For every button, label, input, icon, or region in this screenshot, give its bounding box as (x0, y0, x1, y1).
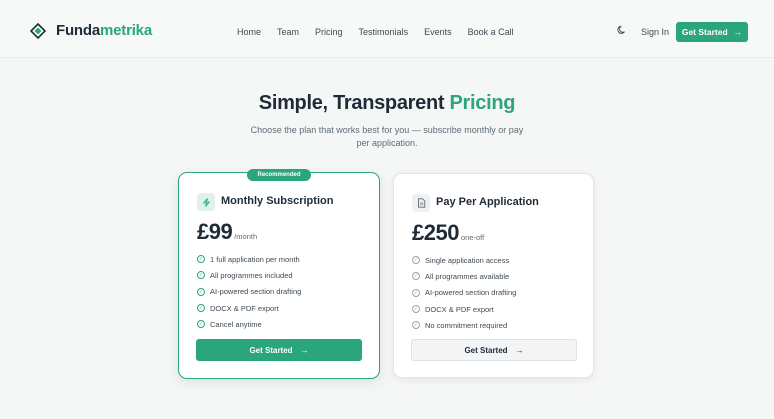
get-started-header-button[interactable]: Get Started → (676, 22, 748, 42)
arrow-right-icon: → (515, 345, 524, 355)
list-item: ✓ All programmes available (412, 271, 510, 281)
list-item: ✓ AI-powered section drafting (197, 287, 302, 297)
price-period: /month (234, 232, 258, 241)
price-period: one-off (460, 233, 485, 242)
get-started-monthly-button[interactable]: Get Started → (196, 339, 362, 361)
arrow-right-icon: → (300, 345, 309, 355)
check-circle-icon: ✓ (412, 288, 420, 297)
list-item: ✓ All programmes included (197, 270, 293, 280)
sign-in-link[interactable]: Sign In (641, 27, 669, 37)
page-title: Simple, Transparent Pricing (258, 92, 516, 114)
list-item: ✓ DOCX & PDF export (412, 304, 494, 314)
nav-testimonials[interactable]: Testimonials (359, 27, 409, 37)
list-item: ✓ DOCX & PDF export (197, 303, 279, 313)
plan-price: £99 /month (197, 219, 257, 245)
page-subtitle: Choose the plan that works best for you … (250, 125, 524, 148)
get-started-label: Get Started (681, 27, 728, 37)
get-started-pay-per-application-button[interactable]: Get Started → (411, 339, 577, 361)
nav-events[interactable]: Events (424, 27, 452, 37)
nav-home[interactable]: Home (237, 27, 261, 37)
document-icon (412, 194, 430, 212)
check-circle-icon: ✓ (197, 304, 205, 313)
top-navbar: Fundametrika Home Team Pricing Testimoni… (0, 0, 774, 58)
brand-name: Fundametrika (56, 22, 152, 39)
check-circle-icon: ✓ (197, 320, 205, 329)
check-circle-icon: ✓ (197, 255, 205, 264)
plan-price: £250 one-off (412, 220, 484, 246)
check-circle-icon: ✓ (412, 321, 420, 330)
main-nav: Home Team Pricing Testimonials Events Bo… (237, 27, 530, 37)
plan-card-monthly: Recommended Monthly Subscription £99 /mo… (178, 169, 380, 379)
list-item: ✓ AI-powered section drafting (412, 288, 517, 298)
price-amount: £99 (197, 219, 233, 244)
check-circle-icon: ✓ (197, 271, 205, 280)
plan-card-pay-per-application: Pay Per Application £250 one-off ✓ Single… (393, 173, 594, 378)
arrow-right-icon: → (733, 27, 743, 37)
recommended-badge: Recommended (247, 169, 311, 181)
check-circle-icon: ✓ (412, 272, 420, 281)
check-circle-icon: ✓ (412, 305, 420, 314)
nav-pricing[interactable]: Pricing (315, 27, 343, 37)
nav-book-a-call[interactable]: Book a Call (468, 27, 514, 37)
plan-name: Monthly Subscription (221, 195, 334, 207)
list-item: ✓ Cancel anytime (197, 319, 262, 329)
feature-list: ✓ Single application access ✓ All programm… (412, 252, 516, 333)
plan-name: Pay Per Application (436, 196, 539, 208)
nav-team[interactable]: Team (277, 27, 299, 37)
theme-toggle-icon (617, 25, 625, 34)
diamond-logo-icon (30, 22, 46, 39)
price-amount: £250 (412, 220, 459, 245)
feature-list: ✓ 1 full application per month ✓ All progr… (197, 251, 301, 332)
lightning-icon (197, 193, 215, 211)
check-circle-icon: ✓ (412, 256, 420, 265)
check-circle-icon: ✓ (197, 287, 205, 296)
brand-logo[interactable]: Fundametrika (30, 22, 152, 39)
list-item: ✓ 1 full application per month (197, 254, 300, 264)
moon-icon[interactable] (617, 25, 627, 38)
list-item: ✓ Single application access (412, 255, 510, 265)
list-item: ✓ No commitment required (412, 320, 508, 330)
